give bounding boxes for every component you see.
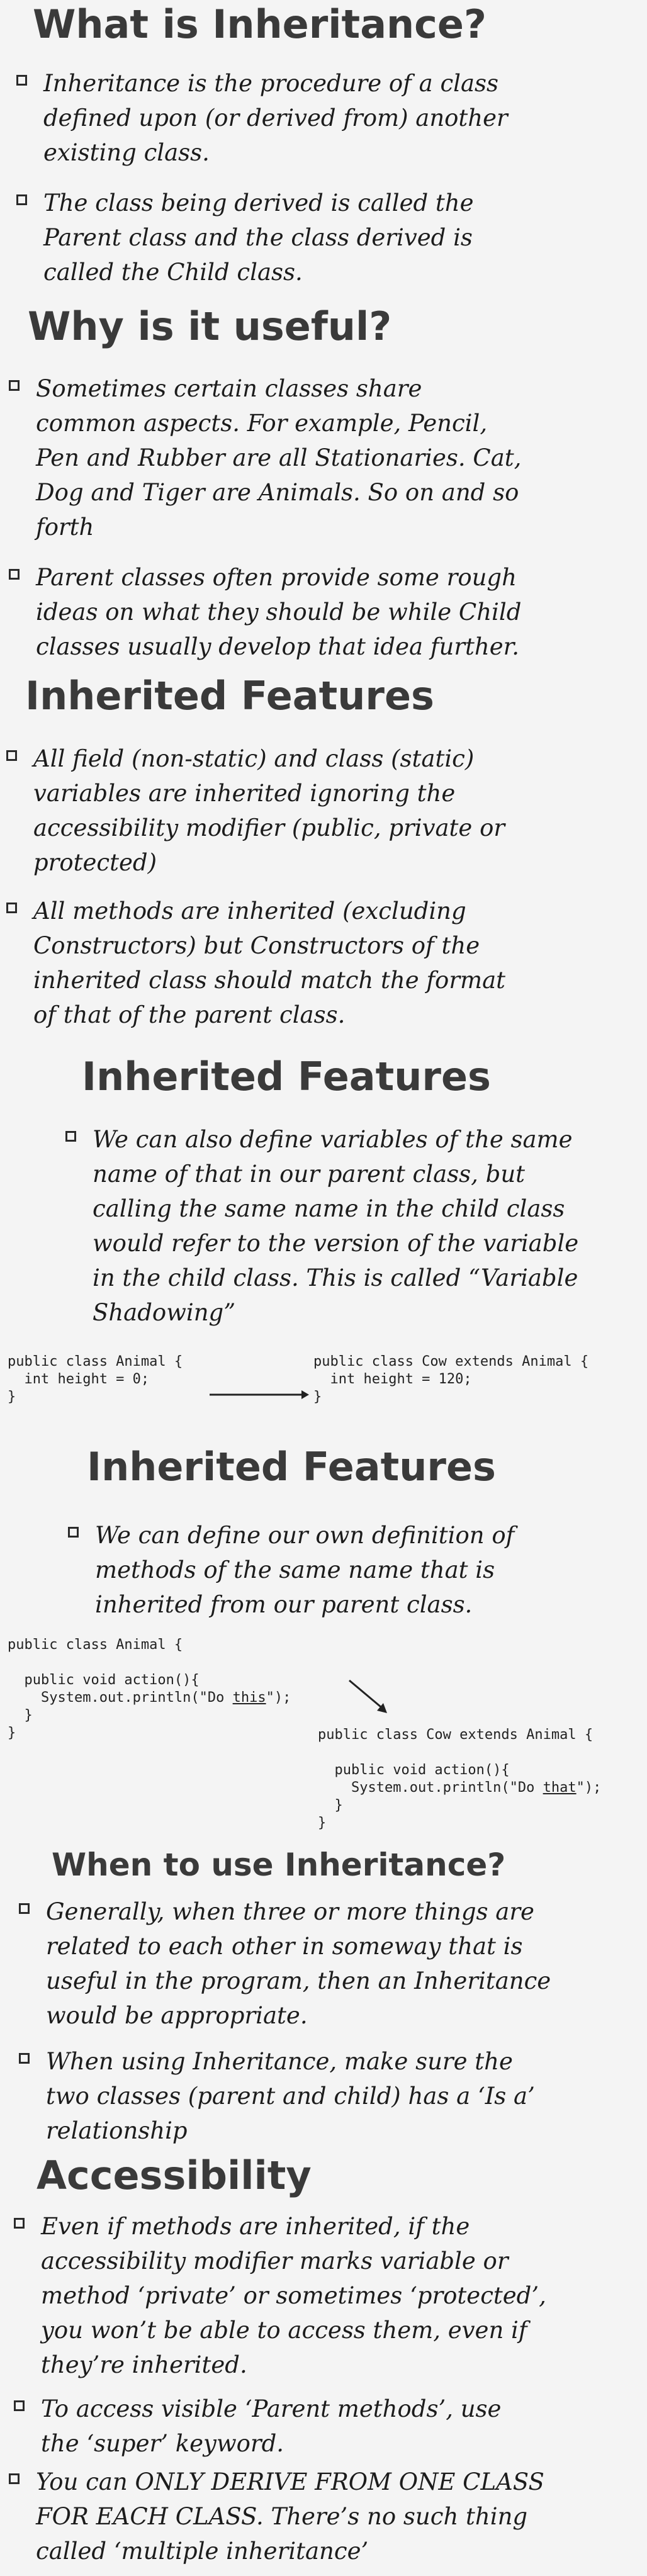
bullet-item: All field (non-static) and class (static… [6, 741, 548, 880]
code-line: public void action(){ [8, 1672, 200, 1688]
code-line: } [313, 1389, 322, 1405]
bullet-item: Inheritance is the procedure of a class … [16, 66, 520, 170]
code-line: System.out.println("Do that"); [318, 1780, 602, 1796]
section-title-inherited-features: Inherited Features [82, 1054, 491, 1100]
diagonal-arrow-icon [349, 1679, 387, 1713]
checkbox-square-icon [19, 2053, 30, 2064]
checkbox-square-icon [9, 569, 20, 580]
bullet-text: All field (non-static) and class (static… [33, 745, 505, 876]
code-line: } [8, 1725, 16, 1741]
code-block-parent-class: public class Animal { public void action… [8, 1636, 291, 1742]
checkbox-square-icon [6, 903, 17, 913]
code-line: } [318, 1815, 327, 1831]
bullet-text: Generally, when three or more things are… [46, 1898, 551, 2029]
section-title-what-is-inheritance: What is Inheritance? [33, 1, 487, 47]
section-title-inherited-features: Inherited Features [25, 673, 434, 719]
code-line: } [318, 1797, 343, 1813]
bullet-item: You can ONLY DERIVE FROM ONE CLASS FOR E… [9, 2465, 575, 2568]
right-arrow-icon [210, 1390, 309, 1399]
checkbox-square-icon [6, 750, 17, 761]
code-line: public void action(){ [318, 1762, 510, 1778]
checkbox-square-icon [9, 2473, 20, 2484]
code-block-child-class: public class Cow extends Animal { int he… [313, 1353, 588, 1406]
bullet-item: Generally, when three or more things are… [19, 1894, 554, 2033]
bullet-item: Even if methods are inherited, if the ac… [14, 2209, 549, 2382]
bullet-item: When using Inheritance, make sure the tw… [19, 2044, 535, 2148]
bullet-text: You can ONLY DERIVE FROM ONE CLASS FOR E… [36, 2468, 544, 2565]
bullet-item: To access visible ‘Parent methods’, use … [14, 2392, 530, 2461]
code-line: public class Animal { [8, 1637, 183, 1653]
bullet-text: We can also define variables of the same… [93, 1126, 579, 1326]
code-line: public class Animal { [8, 1354, 183, 1370]
bullet-text: We can define our own definition of meth… [95, 1522, 515, 1618]
code-line: } [8, 1707, 33, 1723]
bullet-item: We can define our own definition of meth… [68, 1518, 546, 1622]
bullet-text: Parent classes often provide some rough … [36, 564, 522, 660]
bullet-text: The class being derived is called the Pa… [43, 189, 474, 286]
checkbox-square-icon [14, 2218, 25, 2229]
bullet-text: To access visible ‘Parent methods’, use … [41, 2395, 502, 2457]
code-block-parent-class: public class Animal { int height = 0; } [8, 1353, 183, 1406]
code-line: public class Cow extends Animal { [318, 1727, 594, 1743]
bullet-text: Even if methods are inherited, if the ac… [41, 2213, 546, 2378]
bullet-item: We can also define variables of the same… [65, 1122, 594, 1330]
code-line: int height = 0; [8, 1371, 150, 1387]
code-line: } [8, 1389, 16, 1405]
checkbox-square-icon [19, 1903, 30, 1914]
checkbox-square-icon [9, 380, 20, 391]
checkbox-square-icon [68, 1527, 79, 1538]
code-line: public class Cow extends Animal { [313, 1354, 589, 1370]
checkbox-square-icon [65, 1131, 76, 1142]
bullet-item: Parent classes often provide some rough … [9, 560, 563, 664]
bullet-item: All methods are inherited (excluding Con… [6, 894, 522, 1032]
bullet-item: The class being derived is called the Pa… [16, 186, 520, 290]
section-title-why-useful: Why is it useful? [28, 303, 392, 349]
bullet-text: Inheritance is the procedure of a class … [43, 70, 508, 166]
checkbox-square-icon [14, 2400, 25, 2411]
bullet-text: Sometimes certain classes share common a… [36, 375, 522, 541]
bullet-text: When using Inheritance, make sure the tw… [46, 2048, 535, 2144]
code-line: int height = 120; [313, 1371, 472, 1387]
checkbox-square-icon [16, 194, 27, 205]
code-line: System.out.println("Do this"); [8, 1690, 291, 1706]
section-title-inherited-features: Inherited Features [87, 1444, 496, 1490]
checkbox-square-icon [16, 75, 27, 86]
section-title-accessibility: Accessibility [37, 2152, 312, 2198]
section-title-when-to-use: When to use Inheritance? [52, 1847, 506, 1883]
bullet-item: Sometimes certain classes share common a… [9, 371, 525, 544]
bullet-text: All methods are inherited (excluding Con… [33, 897, 506, 1028]
code-block-child-class: public class Cow extends Animal { public… [318, 1726, 601, 1832]
